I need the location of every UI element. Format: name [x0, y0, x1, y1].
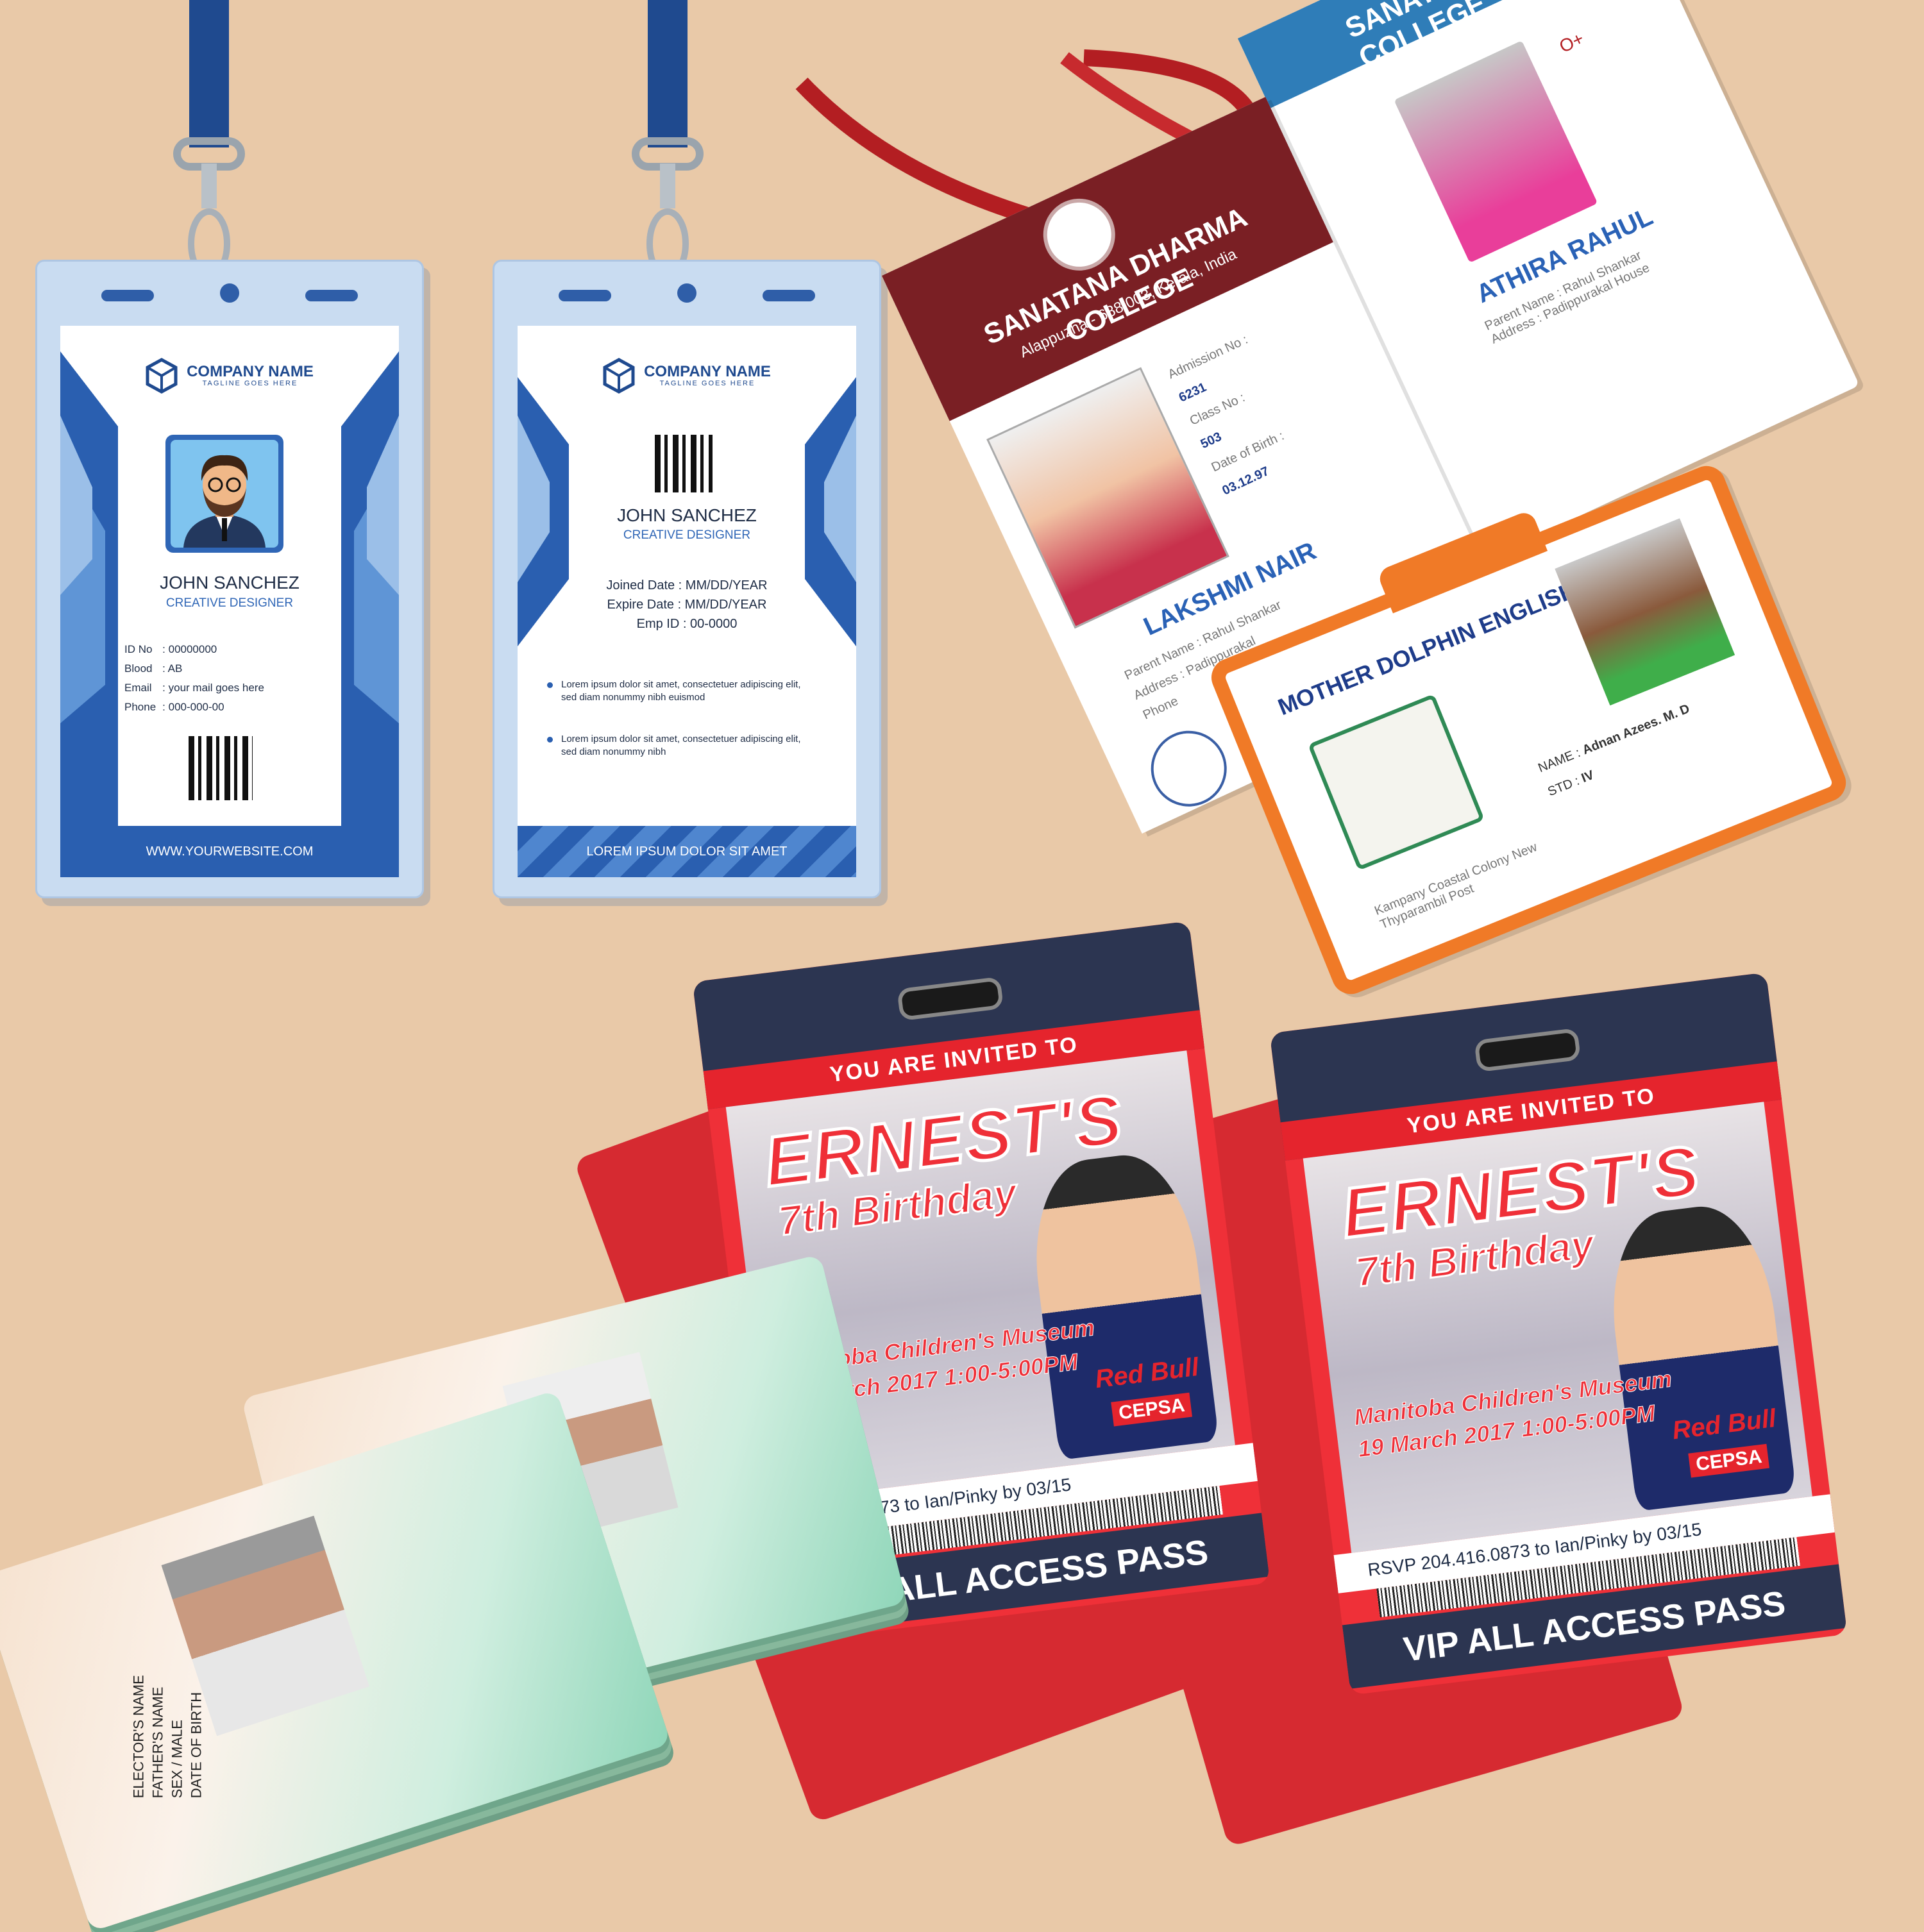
- company-tagline: TAGLINE GOES HERE: [202, 380, 298, 387]
- college-seal-icon: [1138, 718, 1240, 819]
- employee-info-table: ID No: 00000000 Blood: AB Email: your ma…: [124, 643, 264, 713]
- company-name: COMPANY NAME: [644, 363, 771, 380]
- qr-code-icon: [655, 435, 713, 492]
- voter-details: ELECTOR'S NAME FATHER'S NAME SEX / MALE …: [130, 1675, 205, 1799]
- company-logo-icon: [603, 358, 635, 394]
- id-card-front: COMPANY NAME TAGLINE GOES HERE JOHN SANC…: [60, 326, 399, 877]
- terms-bullet: Lorem ipsum dolor sit amet, consectetuer…: [547, 733, 818, 759]
- student-details: NAME : Adnan Azees. M. D STD : IV: [1536, 701, 1692, 800]
- pass-photo-area: ERNEST'S 7th Birthday Manitoba Children'…: [1303, 1102, 1812, 1553]
- avatar: [165, 435, 283, 553]
- student-photo: [1394, 40, 1598, 263]
- joined-date: Joined Date : MM/DD/YEAR: [606, 578, 768, 592]
- company-name: COMPANY NAME: [187, 363, 314, 380]
- website-footer: WWW.YOURWEBSITE.COM: [60, 826, 399, 877]
- company-header: COMPANY NAME TAGLINE GOES HERE: [60, 358, 399, 394]
- lanyard-strap: [648, 0, 688, 147]
- blood-group: O+: [1556, 28, 1587, 57]
- employment-dates: Joined Date : MM/DD/YEAR Expire Date : M…: [518, 576, 856, 634]
- student-photo: [1555, 518, 1735, 706]
- voter-id-card-front: ELECTOR'S NAME FATHER'S NAME SEX / MALE …: [0, 1390, 671, 1932]
- badge-holder-front: COMPANY NAME TAGLINE GOES HERE JOHN SANC…: [35, 260, 424, 898]
- school-crest-icon: [1308, 693, 1485, 871]
- lanyard-strap: [189, 0, 229, 147]
- party-pass-right: YOU ARE INVITED TO ERNEST'S 7th Birthday…: [1269, 972, 1848, 1695]
- employee-role: CREATIVE DESIGNER: [165, 596, 294, 610]
- lanyard-clip: [632, 137, 704, 279]
- lanyard-clip: [173, 137, 245, 279]
- qr-code-icon: [189, 736, 253, 800]
- employee-name: JOHN SANCHEZ: [617, 505, 757, 525]
- employee-name: JOHN SANCHEZ: [160, 573, 300, 592]
- terms-bullet: Lorem ipsum dolor sit amet, consectetuer…: [547, 678, 818, 704]
- company-tagline: TAGLINE GOES HERE: [659, 380, 755, 387]
- employee-id: Emp ID : 00-0000: [636, 617, 738, 631]
- expire-date: Expire Date : MM/DD/YEAR: [607, 598, 767, 612]
- employee-role: CREATIVE DESIGNER: [623, 528, 751, 542]
- back-footer: LOREM IPSUM DOLOR SIT AMET: [518, 826, 856, 877]
- pass-lanyard-hole: [897, 976, 1004, 1021]
- pass-lanyard-hole: [1474, 1027, 1582, 1073]
- company-logo-icon: [146, 358, 178, 394]
